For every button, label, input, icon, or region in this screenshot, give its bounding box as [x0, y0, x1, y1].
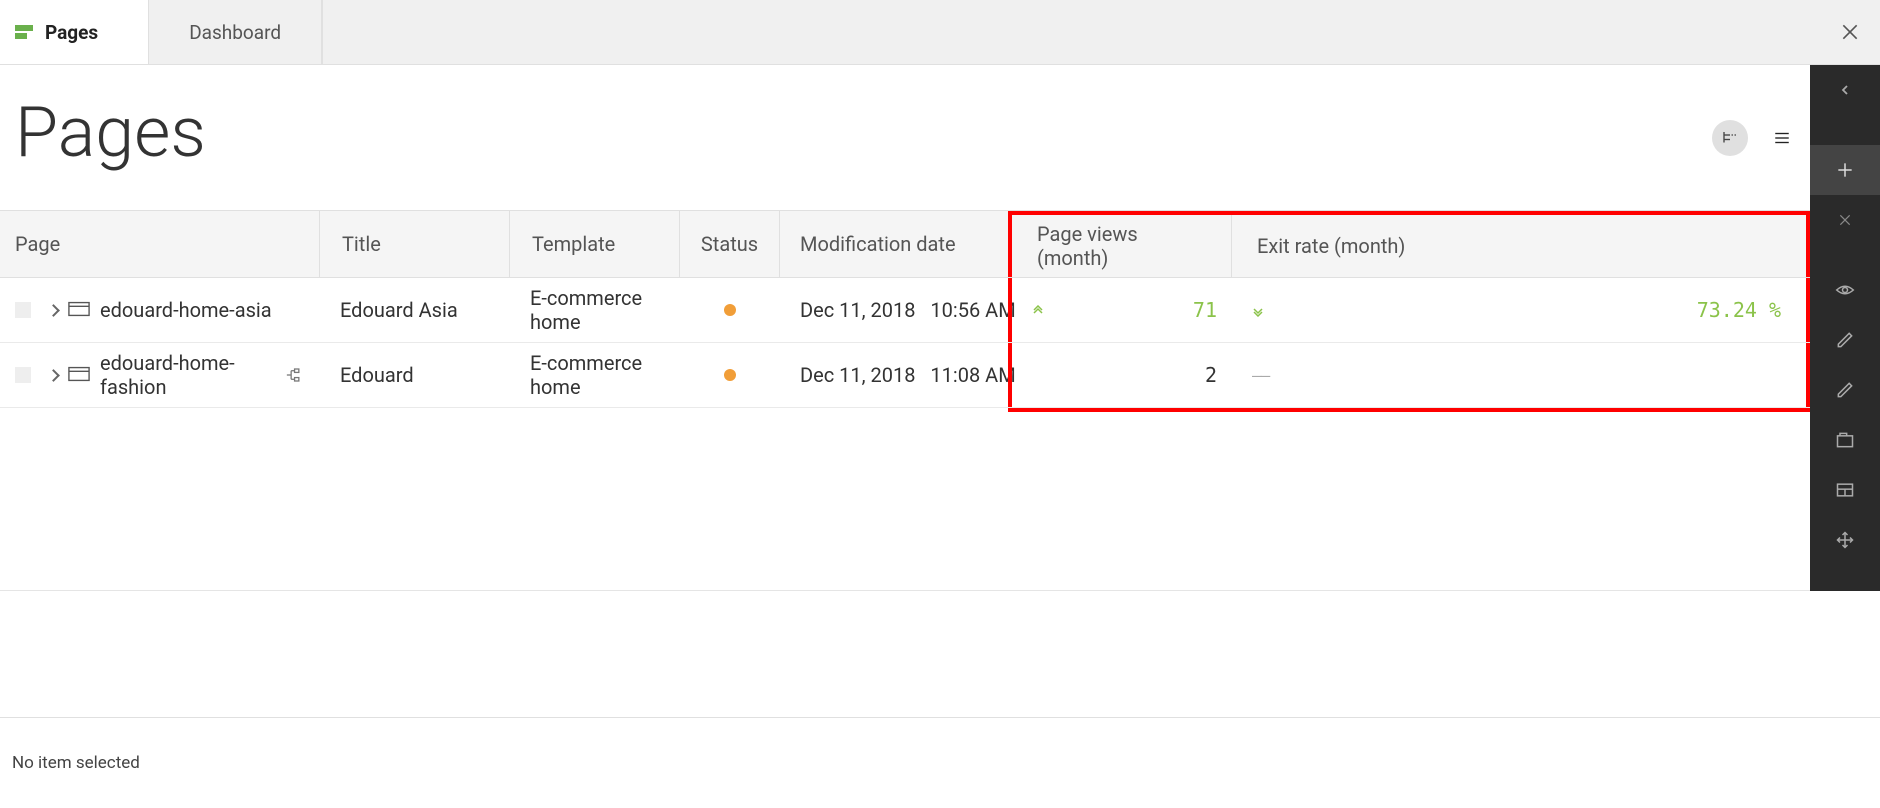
section-separator — [0, 590, 1810, 591]
move-button[interactable] — [1810, 515, 1880, 565]
tree-view-icon — [1721, 129, 1739, 147]
tab-pages-label: Pages — [45, 21, 98, 44]
selection-footer: No item selected — [0, 717, 1880, 808]
highlight-bottom-border — [1008, 408, 1810, 412]
pencil-icon — [1835, 330, 1855, 350]
right-action-rail — [1810, 65, 1880, 591]
close-icon — [1840, 22, 1860, 42]
row-checkbox[interactable] — [15, 367, 31, 383]
pages-tab-icon — [15, 25, 33, 39]
status-dot-icon — [724, 369, 736, 381]
page-header: Pages — [0, 65, 1880, 210]
col-page-views[interactable]: Page views (month) — [1012, 215, 1232, 277]
row-checkbox[interactable] — [15, 302, 31, 318]
tab-bar-spacer — [322, 0, 1820, 64]
move-arrows-icon — [1835, 530, 1855, 550]
table-header-row: Page Title Template Status Modification … — [0, 210, 1810, 278]
remove-button[interactable] — [1810, 195, 1880, 245]
close-button[interactable] — [1820, 0, 1880, 64]
pencil-icon — [1835, 380, 1855, 400]
col-title[interactable]: Title — [320, 211, 510, 277]
list-view-button[interactable] — [1764, 120, 1800, 156]
table-row[interactable]: edouard-home-fashion Edouard E-commerce … — [0, 343, 1810, 408]
page-title-cell: Edouard — [320, 343, 510, 407]
expand-chevron-icon[interactable] — [47, 304, 60, 317]
tree-view-button[interactable] — [1712, 120, 1748, 156]
table-row[interactable]: edouard-home-asia Edouard Asia E-commerc… — [0, 278, 1810, 343]
tab-dashboard[interactable]: Dashboard — [149, 0, 322, 64]
component-button[interactable] — [1810, 465, 1880, 515]
collapse-rail-button[interactable] — [1810, 65, 1880, 115]
exit-rate-value: 73.24 % — [1697, 298, 1781, 322]
preview-button[interactable] — [1810, 265, 1880, 315]
tab-pages[interactable]: Pages — [0, 0, 149, 64]
trend-down-icon — [1252, 298, 1264, 322]
col-exit-rate[interactable]: Exit rate (month) — [1232, 215, 1806, 277]
add-button[interactable] — [1810, 145, 1880, 195]
page-title: Pages — [15, 92, 206, 174]
page-name: edouard-home-fashion — [100, 351, 272, 399]
plus-icon — [1835, 160, 1855, 180]
page-name: edouard-home-asia — [100, 298, 272, 322]
layout-icon — [1835, 480, 1855, 500]
edit-2-button[interactable] — [1810, 365, 1880, 415]
template-cell: E-commerce home — [510, 343, 680, 407]
no-selection-label: No item selected — [12, 753, 140, 773]
trend-up-icon — [1032, 298, 1044, 322]
expand-chevron-icon[interactable] — [47, 369, 60, 382]
page-title-cell: Edouard Asia — [320, 278, 510, 342]
variant-icon — [286, 367, 300, 383]
pages-table: Page Title Template Status Modification … — [0, 210, 1810, 412]
col-mod-date[interactable]: Modification date — [780, 211, 1010, 277]
col-template[interactable]: Template — [510, 211, 680, 277]
col-page[interactable]: Page — [0, 211, 320, 277]
list-view-icon — [1773, 129, 1791, 147]
mod-date-cell: Dec 11, 2018 11:08 AM — [780, 343, 1010, 407]
page-type-icon — [68, 363, 90, 387]
top-tab-bar: Pages Dashboard — [0, 0, 1880, 65]
col-status[interactable]: Status — [680, 211, 780, 277]
tabs-button[interactable] — [1810, 415, 1880, 465]
view-controls — [1712, 120, 1800, 156]
highlighted-columns: Page views (month) Exit rate (month) — [1008, 211, 1810, 277]
chevron-left-icon — [1839, 84, 1851, 96]
trend-dash-icon: –– — [1252, 366, 1269, 385]
page-type-icon — [68, 298, 90, 322]
tab-dashboard-label: Dashboard — [189, 21, 281, 44]
mod-date-cell: Dec 11, 2018 10:56 AM — [780, 278, 1010, 342]
edit-button[interactable] — [1810, 315, 1880, 365]
template-cell: E-commerce home — [510, 278, 680, 342]
x-icon — [1837, 212, 1853, 228]
eye-icon — [1835, 280, 1855, 300]
status-dot-icon — [724, 304, 736, 316]
browser-tabs-icon — [1835, 430, 1855, 450]
page-views-value: 2 — [1205, 363, 1217, 387]
page-views-value: 71 — [1193, 298, 1217, 322]
